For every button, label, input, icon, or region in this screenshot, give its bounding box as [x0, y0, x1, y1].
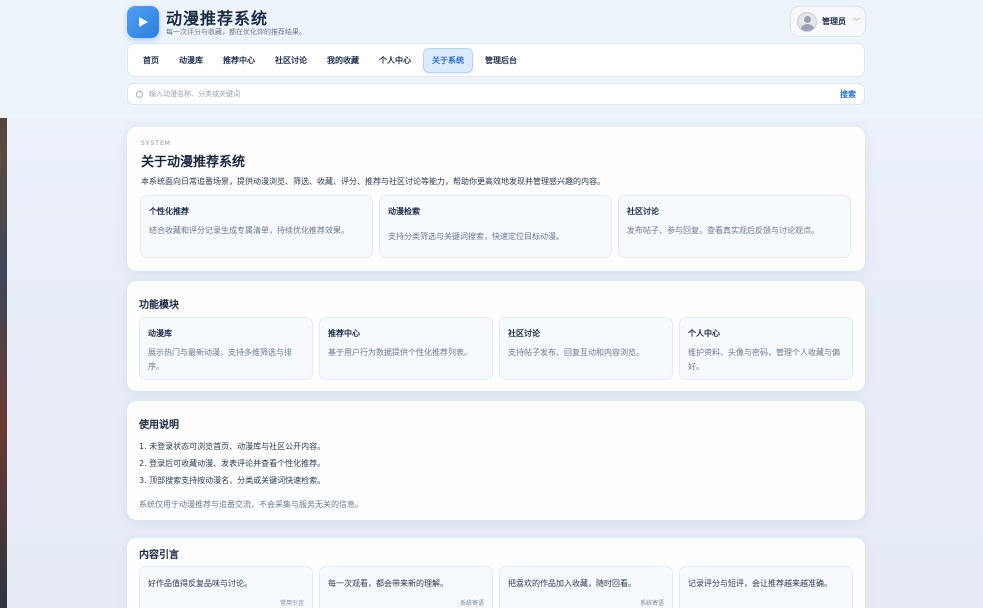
modules-card: 功能模块 动漫库 展示热门与最新动漫，支持多维筛选与排序。 推荐中心 基于用户行… [127, 281, 865, 391]
quote-card: 好作品值得反复品味与讨论。 常用引言 [139, 566, 313, 608]
search-input[interactable] [149, 90, 840, 98]
quote-card: 记录评分与短评，会让推荐越来越准确。 [679, 566, 853, 608]
quotes-card: 内容引言 好作品值得反复品味与讨论。 常用引言 每一次观看，都会带来新的理解。 … [127, 538, 865, 608]
section-eyebrow: SYSTEM [141, 140, 171, 147]
section-title: 内容引言 [139, 550, 179, 561]
about-description: 本系统面向日常追番场景，提供动漫浏览、筛选、收藏、评分、推荐与社区讨论等能力，帮… [141, 177, 605, 186]
user-name: 管理员 [822, 17, 846, 26]
usage-card: 使用说明 1. 未登录状态可浏览首页、动漫库与社区公开内容。 2. 登录后可收藏… [127, 401, 865, 520]
nav-item-favorites[interactable]: 我的收藏 [319, 49, 367, 72]
feature-title: 动漫检索 [388, 207, 420, 216]
feature-card: 动漫检索 支持分类筛选与关键词搜索，快速定位目标动漫。 [379, 195, 612, 258]
main-nav: 首页 动漫库 推荐中心 社区讨论 我的收藏 个人中心 关于系统 管理后台 [127, 43, 865, 77]
search-bar: 搜索 [127, 83, 865, 105]
quote-text: 每一次观看，都会带来新的理解。 [328, 579, 448, 588]
module-text: 展示热门与最新动漫，支持多维筛选与排序。 [148, 348, 292, 371]
quote-text: 把喜欢的作品加入收藏，随时回看。 [508, 579, 636, 588]
module-title: 动漫库 [148, 329, 172, 338]
feature-text: 结合收藏和评分记录生成专属清单，持续优化推荐效果。 [149, 226, 349, 235]
usage-line: 1. 未登录状态可浏览首页、动漫库与社区公开内容。 [139, 442, 326, 451]
quote-card: 每一次观看，都会带来新的理解。 系统寄语 [319, 566, 493, 608]
usage-note: 系统仅用于动漫推荐与追番交流，不会采集与服务无关的信息。 [139, 500, 363, 509]
nav-item-about[interactable]: 关于系统 [423, 47, 473, 73]
usage-line: 3. 顶部搜索支持按动漫名、分类或关键词快速检索。 [139, 476, 326, 485]
about-card: SYSTEM 关于动漫推荐系统 本系统面向日常追番场景，提供动漫浏览、筛选、收藏… [127, 127, 865, 271]
feature-card: 个性化推荐 结合收藏和评分记录生成专属清单，持续优化推荐效果。 [140, 195, 373, 258]
feature-card: 社区讨论 发布帖子、参与回复，查看真实观后反馈与讨论观点。 [618, 195, 851, 258]
search-icon [136, 90, 143, 98]
feature-title: 个性化推荐 [149, 207, 189, 216]
quote-text: 好作品值得反复品味与讨论。 [148, 579, 252, 588]
header: 动漫推荐系统 每一次评分与收藏，都在优化你的推荐结果。 管理员 ﹀ 首页 动漫库… [0, 0, 983, 118]
quote-card: 把喜欢的作品加入收藏，随时回看。 系统寄语 [499, 566, 673, 608]
module-text: 基于用户行为数据提供个性化推荐列表。 [328, 348, 472, 357]
feature-text: 发布帖子、参与回复，查看真实观后反馈与讨论观点。 [627, 226, 819, 235]
feature-title: 社区讨论 [627, 207, 659, 216]
avatar [797, 11, 817, 32]
chevron-down-icon: ﹀ [853, 17, 860, 26]
module-card: 个人中心 维护资料、头像与密码，管理个人收藏与偏好。 [679, 317, 853, 380]
nav-item-home[interactable]: 首页 [135, 49, 167, 72]
quote-source: 系统寄语 [459, 600, 484, 607]
feature-text: 支持分类筛选与关键词搜索，快速定位目标动漫。 [388, 232, 564, 241]
app-subtitle: 每一次评分与收藏，都在优化你的推荐结果。 [166, 28, 306, 36]
nav-item-profile[interactable]: 个人中心 [371, 49, 419, 72]
search-button[interactable]: 搜索 [840, 89, 856, 100]
quote-text: 记录评分与短评，会让推荐越来越准确。 [688, 579, 832, 588]
page-title: 关于动漫推荐系统 [141, 155, 246, 170]
section-title: 使用说明 [139, 420, 179, 431]
module-card: 社区讨论 支持帖子发布、回复互动和内容浏览。 [499, 317, 673, 380]
quote-source: 系统寄语 [639, 600, 664, 607]
play-logo-icon[interactable] [127, 6, 159, 38]
nav-item-anime-library[interactable]: 动漫库 [171, 49, 211, 72]
module-text: 支持帖子发布、回复互动和内容浏览。 [508, 348, 644, 357]
module-card: 推荐中心 基于用户行为数据提供个性化推荐列表。 [319, 317, 493, 380]
usage-line: 2. 登录后可收藏动漫、发表评论并查看个性化推荐。 [139, 459, 326, 468]
app-title: 动漫推荐系统 [166, 9, 269, 28]
nav-item-recommendations[interactable]: 推荐中心 [215, 49, 263, 72]
user-menu-button[interactable]: 管理员 ﹀ [790, 6, 866, 37]
quote-source: 常用引言 [279, 600, 304, 607]
module-text: 维护资料、头像与密码，管理个人收藏与偏好。 [688, 348, 840, 371]
module-title: 社区讨论 [508, 329, 540, 338]
nav-item-community[interactable]: 社区讨论 [267, 49, 315, 72]
module-title: 个人中心 [688, 329, 720, 338]
section-title: 功能模块 [139, 300, 179, 311]
module-title: 推荐中心 [328, 329, 360, 338]
nav-item-admin[interactable]: 管理后台 [477, 49, 525, 72]
module-card: 动漫库 展示热门与最新动漫，支持多维筛选与排序。 [139, 317, 313, 380]
